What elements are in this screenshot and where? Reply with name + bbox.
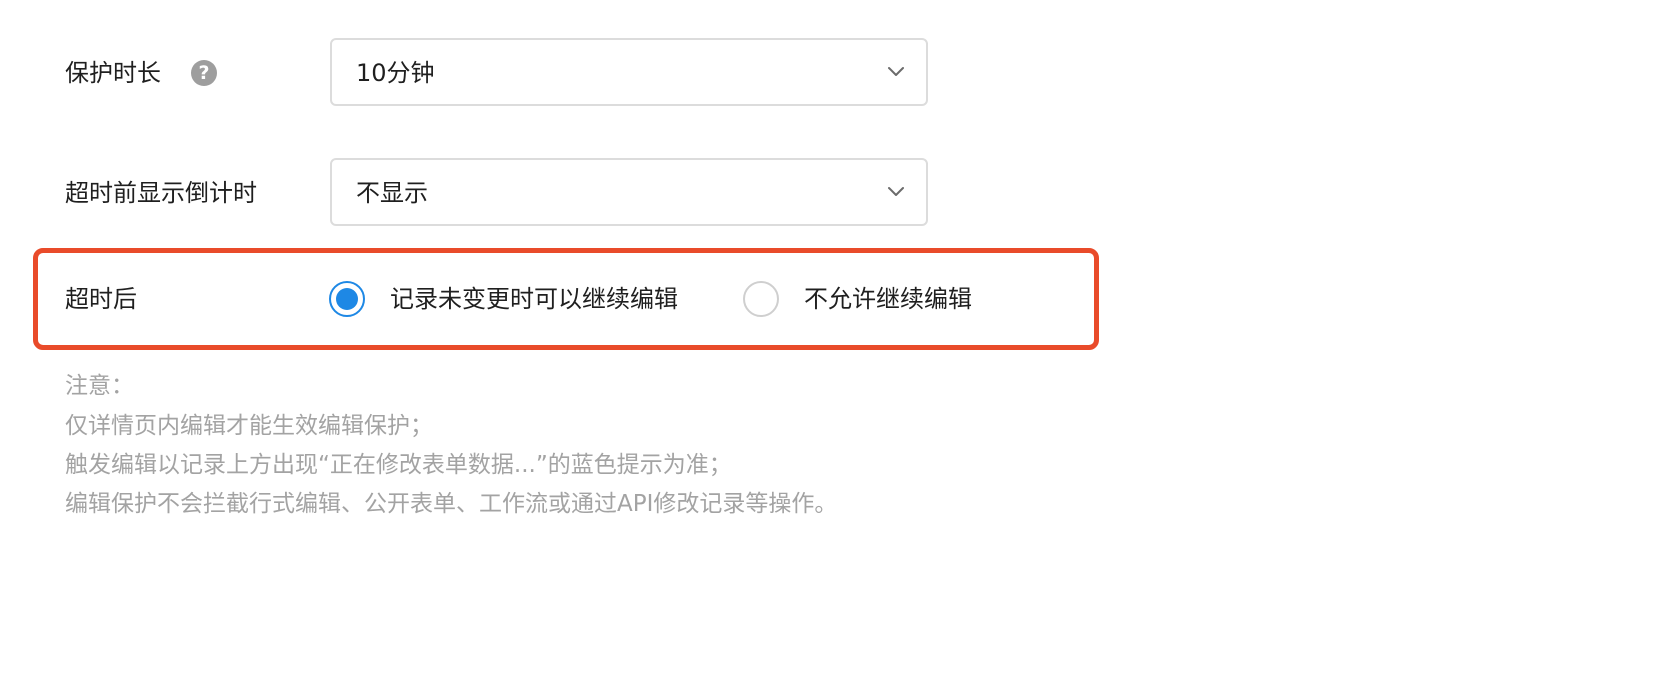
after-timeout-label: 超时后 [65, 285, 137, 313]
notes-line: 仅详情页内编辑才能生效编辑保护； [65, 413, 433, 439]
chevron-down-icon [888, 67, 904, 76]
countdown-row: 超时前显示倒计时 不显示 [0, 158, 1100, 228]
countdown-select[interactable]: 不显示 [330, 158, 928, 226]
radio-allow-edit-unchanged[interactable] [329, 281, 365, 317]
chevron-down-icon [888, 187, 904, 196]
protection-duration-label: 保护时长 [65, 59, 161, 87]
help-circle-icon[interactable]: ? [191, 60, 217, 86]
protection-duration-select[interactable]: 10分钟 [330, 38, 928, 106]
radio-disallow-edit-label[interactable]: 不允许继续编辑 [804, 284, 972, 314]
countdown-label: 超时前显示倒计时 [65, 179, 257, 207]
protection-duration-value: 10分钟 [356, 59, 435, 87]
notes-line: 触发编辑以记录上方出现“正在修改表单数据...”的蓝色提示为准； [65, 452, 732, 478]
countdown-value: 不显示 [356, 179, 428, 207]
protection-duration-row: 保护时长 ? 10分钟 [0, 38, 1100, 108]
radio-disallow-edit[interactable] [743, 281, 779, 317]
notes-line: 编辑保护不会拦截行式编辑、公开表单、工作流或通过API修改记录等操作。 [65, 491, 838, 517]
radio-allow-edit-unchanged-label[interactable]: 记录未变更时可以继续编辑 [390, 284, 678, 314]
notes-title: 注意： [65, 373, 134, 399]
after-timeout-row: 超时后 记录未变更时可以继续编辑 不允许继续编辑 [0, 264, 1100, 334]
